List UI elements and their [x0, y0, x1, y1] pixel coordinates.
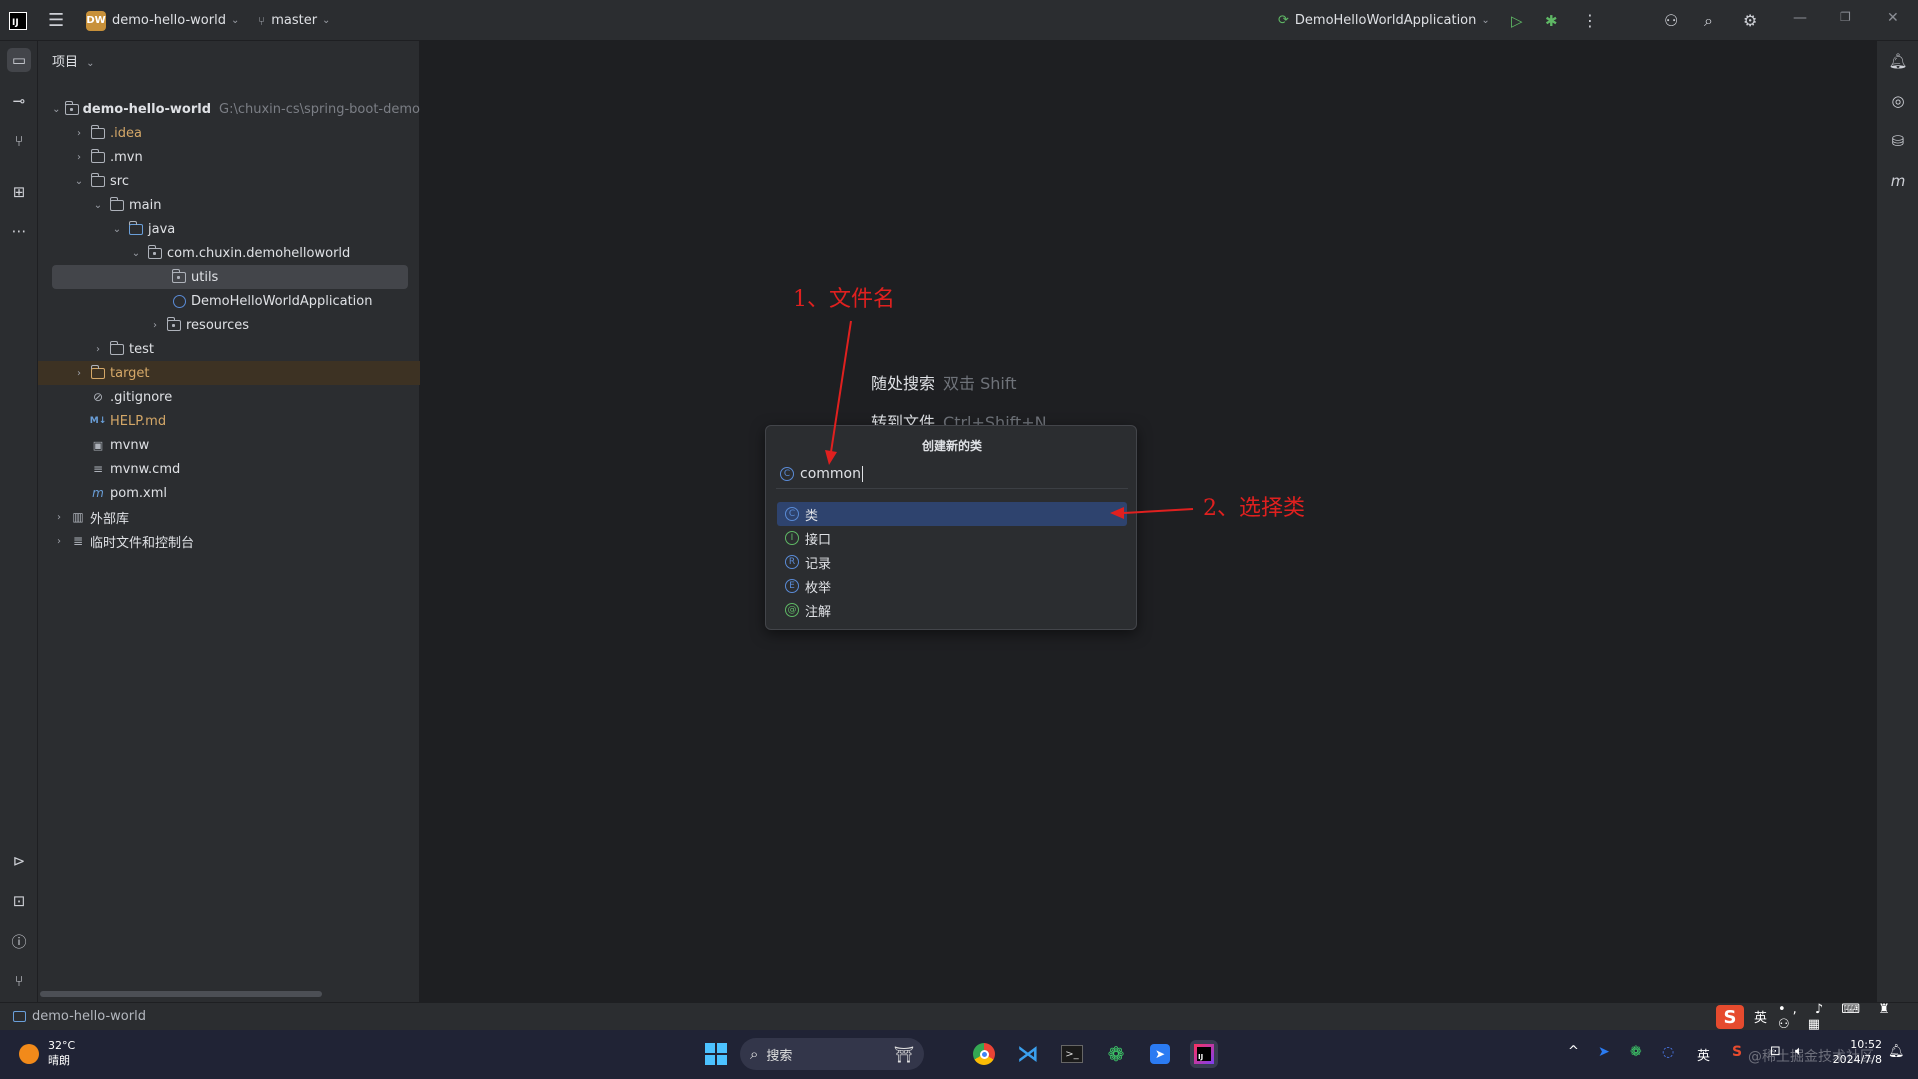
terminal-app-icon[interactable]: >_ — [1058, 1040, 1086, 1068]
windows-start-icon[interactable] — [702, 1040, 730, 1068]
status-path[interactable]: demo-hello-world — [32, 1009, 146, 1024]
ai-assistant-icon[interactable]: ◎ — [1886, 89, 1910, 113]
weather-sun-icon[interactable] — [19, 1044, 39, 1064]
right-tool-stripe: 🔔︎ ◎ ⛁ m — [1876, 41, 1918, 1002]
weather-widget[interactable]: 32°C 晴朗 — [48, 1038, 75, 1068]
ime-toolbar-icons[interactable]: •, ♪ ⌨ ♜ ⚇ ▦ — [1778, 1002, 1918, 1032]
wechat-icon[interactable]: ❁ — [1102, 1040, 1130, 1068]
module-icon — [13, 1011, 26, 1022]
chrome-icon[interactable] — [970, 1040, 998, 1068]
database-icon[interactable]: ⛁ — [1886, 129, 1910, 153]
ime-lang-indicator[interactable]: 英 — [1754, 1007, 1767, 1026]
status-bar: demo-hello-world S 英 •, ♪ ⌨ ♜ ⚇ ▦ — [0, 1002, 1918, 1032]
watermark: @稀土掘金技术社区 — [1748, 1049, 1874, 1065]
maven-icon[interactable]: m — [1886, 169, 1910, 193]
tray-app-icon[interactable]: ◌ — [1662, 1044, 1674, 1060]
annotation-arrows — [825, 320, 1194, 519]
feishu-icon[interactable]: ➤ — [1146, 1040, 1174, 1068]
arrow-head-step2 — [1110, 507, 1124, 519]
arrow-line-step1 — [830, 320, 852, 453]
windows-taskbar: 32°C 晴朗 ⌕ 搜索 ⛩ ⋊ >_ ❁ ➤ IJ ^ ➤ ❁ ◌ 英 S ⊡… — [0, 1030, 1918, 1079]
notification-center-icon[interactable]: 🔔︎ — [1888, 1044, 1905, 1059]
intellij-taskbar-icon[interactable]: IJ — [1190, 1040, 1218, 1068]
search-highlight-icon: ⛩ — [893, 1044, 914, 1064]
search-icon: ⌕ — [750, 1045, 759, 1063]
arrow-line-step2 — [1123, 508, 1194, 514]
notifications-bell-icon[interactable]: 🔔︎ — [1886, 49, 1910, 73]
tray-expand-icon[interactable]: ^ — [1568, 1044, 1579, 1059]
tray-feishu-icon[interactable]: ➤ — [1598, 1044, 1610, 1060]
sogou-ime-icon[interactable]: S — [1716, 1005, 1744, 1029]
taskbar-search[interactable]: ⌕ 搜索 ⛩ — [740, 1038, 924, 1070]
weather-desc: 晴朗 — [48, 1054, 70, 1067]
arrow-head-step1 — [825, 450, 837, 465]
tray-sogou-icon[interactable]: S — [1732, 1044, 1742, 1060]
taskbar-search-label: 搜索 — [766, 1048, 793, 1064]
tray-ime-lang[interactable]: 英 — [1697, 1045, 1710, 1064]
weather-temp: 32°C — [48, 1039, 76, 1052]
vscode-icon[interactable]: ⋊ — [1014, 1040, 1042, 1068]
tray-wechat-icon[interactable]: ❁ — [1630, 1044, 1642, 1060]
